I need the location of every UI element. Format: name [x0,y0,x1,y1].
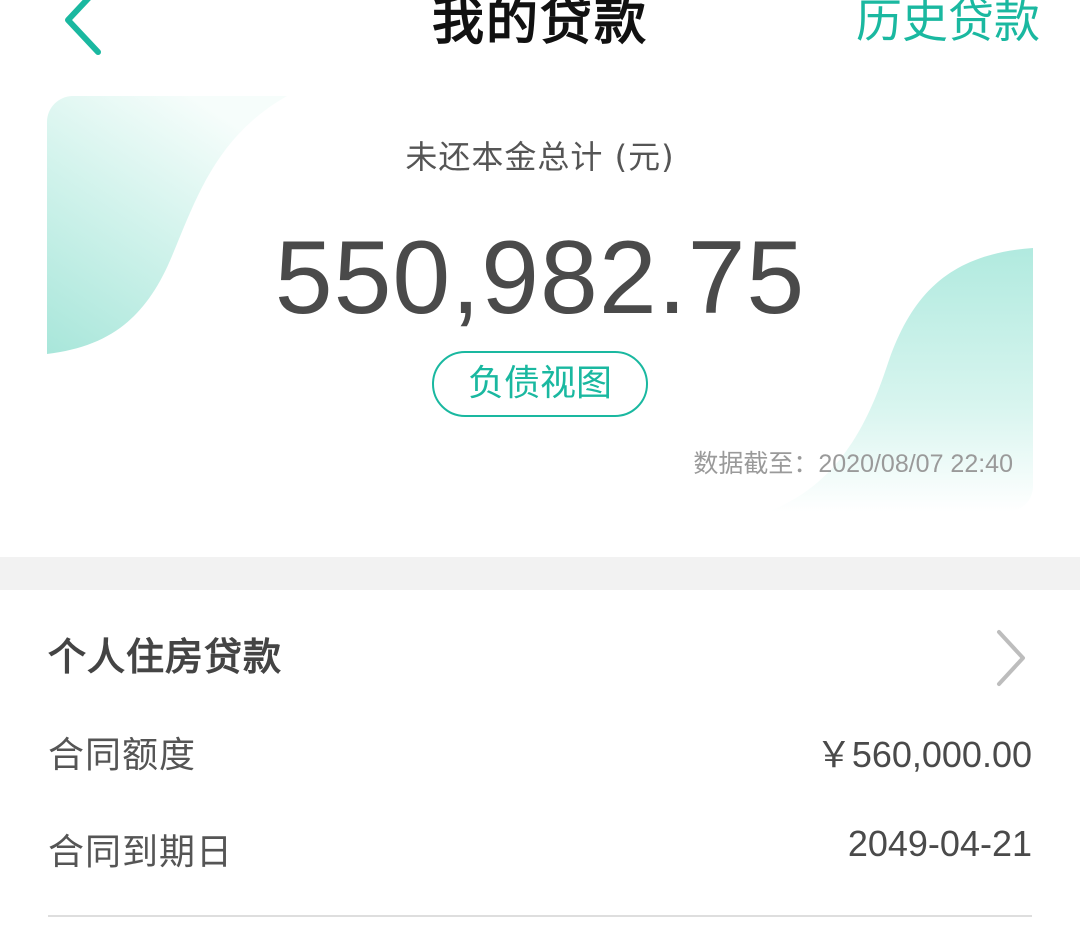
history-loans-link[interactable]: 历史贷款 [856,0,1040,56]
contract-expiry-row: 合同到期日 2049-04-21 [48,823,1032,883]
contract-amount-label: 合同额度 [48,735,197,776]
loan-item-header[interactable]: 个人住房贷款 [0,590,1080,710]
unpaid-principal-label: 未还本金总计 (元) [405,138,675,176]
unpaid-principal-amount: 550,982.75 [274,220,806,336]
chevron-right-icon [997,630,1025,686]
my-loans-page: 我的贷款 历史贷款 未还本金总计 (元) 550,982.75 负债视图 数据截… [0,0,1080,930]
contract-amount-row: 合同额度 ￥560,000.00 [48,726,1032,786]
top-bar: 我的贷款 历史贷款 [0,0,1080,60]
divider [48,915,1032,917]
loan-summary-card: 未还本金总计 (元) 550,982.75 负债视图 数据截至：2020/08/… [47,96,1033,512]
contract-expiry-value: 2049-04-21 [847,823,1032,864]
loan-type-title: 个人住房贷款 [48,635,283,679]
contract-amount-value: ￥560,000.00 [815,734,1032,775]
debt-view-button[interactable]: 负债视图 [432,351,648,417]
section-separator [0,557,1080,590]
data-timestamp: 数据截至：2020/08/07 22:40 [693,450,1013,478]
contract-expiry-label: 合同到期日 [48,832,234,873]
